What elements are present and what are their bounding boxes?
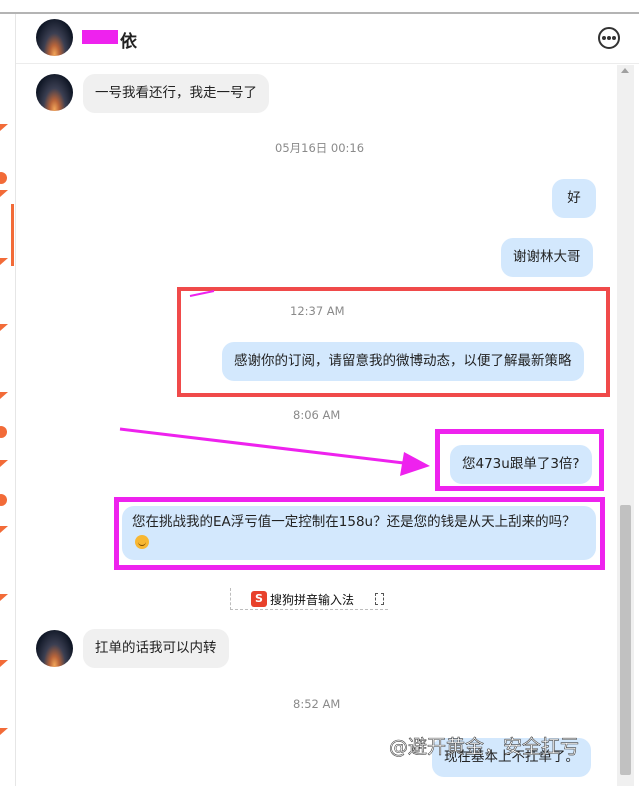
sender-avatar[interactable]	[36, 630, 73, 667]
outgoing-message[interactable]: 您在挑战我的EA浮亏值一定控制在158u？还是您的钱是从天上刮来的吗？	[122, 506, 596, 560]
ime-label: 搜狗拼音输入法	[270, 593, 355, 607]
ime-expand-icon[interactable]	[375, 593, 384, 605]
message-timestamp: 8:52 AM	[293, 697, 341, 711]
watermark: @避开黄金，安全扛亏	[389, 736, 580, 759]
incoming-message[interactable]: 扛单的话我可以内转	[83, 629, 229, 668]
ime-toolbar[interactable]: S 搜狗拼音输入法	[230, 588, 388, 610]
sogou-logo-icon: S	[251, 591, 267, 607]
annotation-arrow	[119, 290, 430, 476]
smile-emoji-icon	[135, 535, 149, 549]
outgoing-message[interactable]: 您473u跟单了3倍?	[450, 445, 592, 484]
